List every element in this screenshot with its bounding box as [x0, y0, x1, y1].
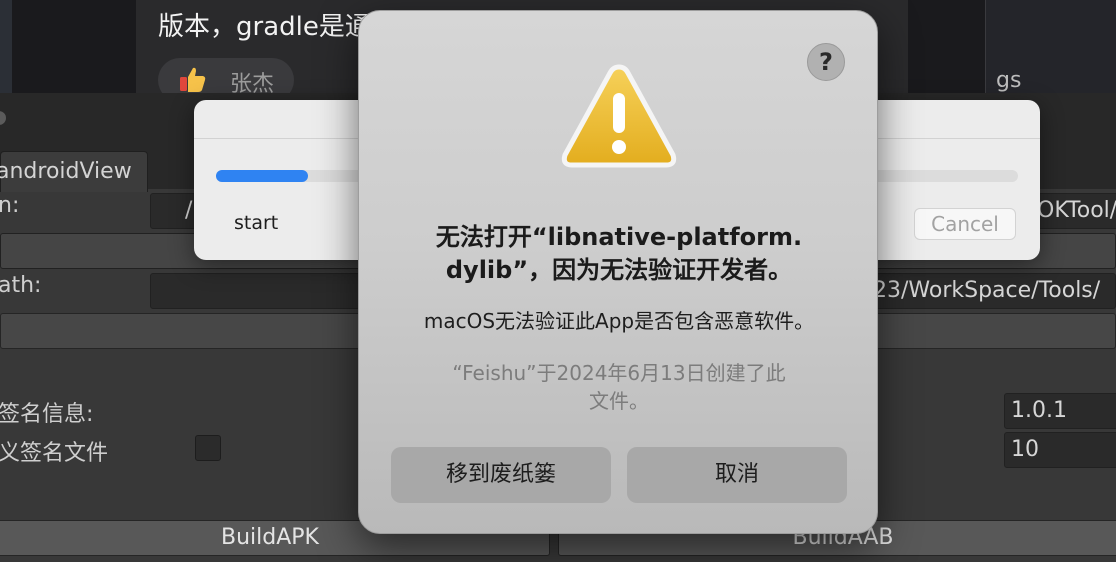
warning-icon	[561, 64, 677, 168]
move-to-trash-button[interactable]: 移到废纸篓	[391, 447, 611, 503]
progress-status-text: start	[234, 212, 279, 234]
alert-info-line-2: 文件。	[589, 389, 649, 413]
custom-sign-checkbox[interactable]	[195, 435, 221, 461]
progress-bar-fill	[216, 170, 309, 182]
alert-message: macOS无法验证此App是否包含恶意软件。	[423, 309, 815, 333]
alert-title-line-2: dylib”，因为无法验证开发者。	[445, 256, 793, 284]
alert-info-line-1: “Feishu”于2024年6月13日创建了此	[452, 361, 786, 385]
help-button[interactable]: ?	[807, 43, 845, 81]
tab-android-view-label: androidView	[0, 159, 132, 184]
cancel-button[interactable]: 取消	[627, 447, 847, 503]
chat-right-text: gs	[996, 68, 1022, 93]
sign-info-label: 签名信息:	[0, 402, 94, 427]
alert-title: 无法打开“libnative-platform. dylib”，因为无法验证开发…	[389, 221, 849, 287]
progress-cancel-button[interactable]: Cancel	[914, 208, 1016, 240]
chat-sidebar-strip	[0, 0, 12, 95]
alert-title-line-1: 无法打开“libnative-platform.	[435, 223, 803, 251]
thumbs-up-icon	[180, 67, 206, 92]
custom-sign-label: 义签名文件	[0, 441, 109, 466]
path-row-2-label: ath:	[0, 273, 42, 298]
alert-informative-text: “Feishu”于2024年6月13日创建了此 文件。	[419, 359, 819, 415]
version-field[interactable]: 1.0.1	[1004, 393, 1116, 429]
security-alert-dialog: ? 无法打开“libnative-platform. dylib”，因为无法验证…	[358, 10, 878, 534]
build-number-field[interactable]: 10	[1004, 432, 1116, 468]
path-row-1-label: n:	[0, 193, 20, 218]
